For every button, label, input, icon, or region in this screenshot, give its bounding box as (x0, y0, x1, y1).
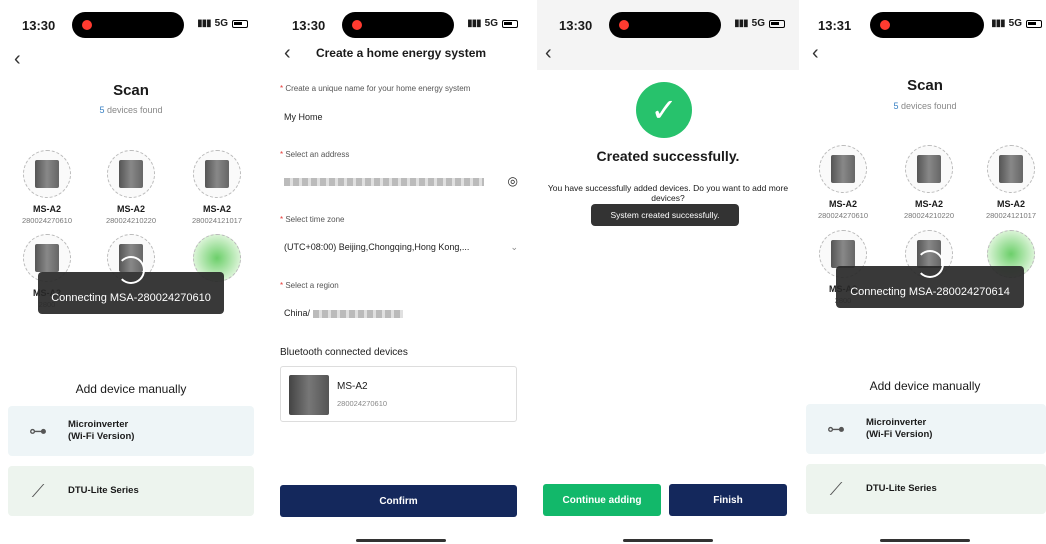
dtu-lite-card[interactable]: ⟋ DTU-Lite Series (806, 464, 1046, 514)
timezone-label: * Select time zone (280, 215, 345, 224)
page-title: Create a home energy system (315, 46, 487, 60)
dtu-icon: ⟋ (31, 480, 45, 501)
connecting-toast: Connecting MSA-280024270610 (38, 256, 224, 314)
status-bar: 13:30 ▮▮▮ 5G ‹ (537, 0, 799, 70)
device-icon (819, 145, 867, 193)
add-manually-heading: Add device manually (75, 382, 187, 396)
region-label: * Select a region (280, 281, 339, 290)
signal-area: ▮▮▮ 5G (467, 18, 518, 29)
screen-success: 13:30 ▮▮▮ 5G ‹ ✓ Created successfully. Y… (537, 0, 799, 544)
device-item[interactable]: MS-A2 280024210220 (96, 150, 166, 225)
network-type: 5G (1008, 18, 1022, 29)
name-field[interactable]: My Home (284, 112, 518, 122)
record-icon (352, 20, 362, 30)
page-title: Scan (113, 82, 149, 99)
microinverter-icon: ⊶ (827, 418, 845, 439)
success-message: You have successfully added devices. Do … (547, 183, 789, 203)
success-toast: System created successfully. (591, 204, 739, 226)
status-time: 13:30 (292, 18, 326, 33)
back-button[interactable]: ‹ (14, 48, 21, 71)
record-icon (880, 20, 890, 30)
status-time: 13:30 (22, 18, 56, 33)
network-type: 5G (214, 18, 228, 29)
record-icon (619, 20, 629, 30)
device-image (289, 375, 329, 415)
success-title: Created successfully. (596, 148, 740, 164)
connecting-toast: Connecting MSA-280024270614 (836, 250, 1024, 308)
signal-icon: ▮▮▮ (991, 18, 1005, 29)
battery-icon (769, 19, 785, 28)
status-bar: 13:30 ▮▮▮ 5G (270, 0, 532, 44)
dynamic-island (342, 12, 454, 38)
spinner-icon (916, 250, 944, 278)
network-type: 5G (751, 18, 765, 29)
device-icon (23, 150, 71, 198)
record-icon (82, 20, 92, 30)
finish-button[interactable]: Finish (669, 484, 787, 516)
device-item[interactable]: MS-A2 280024210220 (894, 145, 964, 220)
device-icon (987, 145, 1035, 193)
page-title: Scan (907, 77, 943, 94)
devices-found: 5 devices found (99, 105, 163, 115)
device-icon (193, 150, 241, 198)
microinverter-icon: ⊶ (29, 420, 47, 441)
location-pin-icon[interactable]: ◎ (508, 174, 518, 188)
chevron-down-icon: ⌄ (510, 242, 518, 252)
bt-device-card: MS-A2 280024270610 (280, 366, 517, 422)
devices-found: 5 devices found (893, 101, 957, 111)
network-type: 5G (484, 18, 498, 29)
microinverter-card[interactable]: ⊶ Microinverter (Wi-Fi Version) (806, 404, 1046, 454)
device-item[interactable]: MS-A2 280024270610 (12, 150, 82, 225)
address-label: * Select an address (280, 150, 350, 159)
name-label: * Create a unique name for your home ene… (280, 84, 471, 93)
dtu-lite-card[interactable]: ⟋ DTU-Lite Series (8, 466, 254, 516)
battery-icon (502, 19, 518, 28)
success-check-icon: ✓ (636, 82, 692, 138)
status-bar: 13:30 ▮▮▮ 5G (0, 0, 262, 44)
signal-icon: ▮▮▮ (467, 18, 481, 29)
confirm-button[interactable]: Confirm (280, 485, 517, 517)
status-time: 13:31 (818, 18, 852, 33)
dtu-icon: ⟋ (829, 478, 843, 499)
dynamic-island (870, 12, 984, 38)
signal-area: ▮▮▮ 5G (197, 18, 248, 29)
signal-icon: ▮▮▮ (197, 18, 211, 29)
home-indicator (623, 539, 713, 542)
microinverter-card[interactable]: ⊶ Microinverter (Wi-Fi Version) (8, 406, 254, 456)
spinner-icon (117, 256, 145, 284)
address-field[interactable]: ◎ (284, 174, 518, 188)
add-manually-heading: Add device manually (869, 379, 981, 393)
screen-create-system: 13:30 ▮▮▮ 5G ‹ Create a home energy syst… (270, 0, 532, 544)
battery-icon (232, 19, 248, 28)
dynamic-island (72, 12, 184, 38)
screen-scan-2: 13:31 ▮▮▮ 5G ‹ Scan 5 devices found MS-A… (804, 0, 1046, 544)
dynamic-island (609, 12, 721, 38)
bt-section-title: Bluetooth connected devices (280, 347, 408, 358)
status-bar: 13:31 ▮▮▮ 5G (804, 0, 1046, 44)
signal-area: ▮▮▮ 5G (991, 18, 1042, 29)
home-indicator (356, 539, 446, 542)
status-time: 13:30 (559, 18, 593, 33)
back-button[interactable]: ‹ (545, 42, 552, 65)
continue-adding-button[interactable]: Continue adding (543, 484, 661, 516)
home-indicator (880, 539, 970, 542)
signal-area: ▮▮▮ 5G (734, 18, 785, 29)
device-icon (905, 145, 953, 193)
region-field[interactable]: China/ (284, 308, 518, 318)
device-icon (107, 150, 155, 198)
back-button[interactable]: ‹ (812, 42, 819, 65)
device-item[interactable]: MS-A2 280024121017 (976, 145, 1046, 220)
screen-scan-1: 13:30 ▮▮▮ 5G ‹ Scan 5 devices found MS-A… (0, 0, 262, 544)
signal-icon: ▮▮▮ (734, 18, 748, 29)
battery-icon (1026, 19, 1042, 28)
device-item[interactable]: MS-A2 280024270610 (808, 145, 878, 220)
timezone-select[interactable]: (UTC+08:00) Beijing,Chongqing,Hong Kong,… (284, 242, 518, 252)
device-item[interactable]: MS-A2 280024121017 (182, 150, 252, 225)
